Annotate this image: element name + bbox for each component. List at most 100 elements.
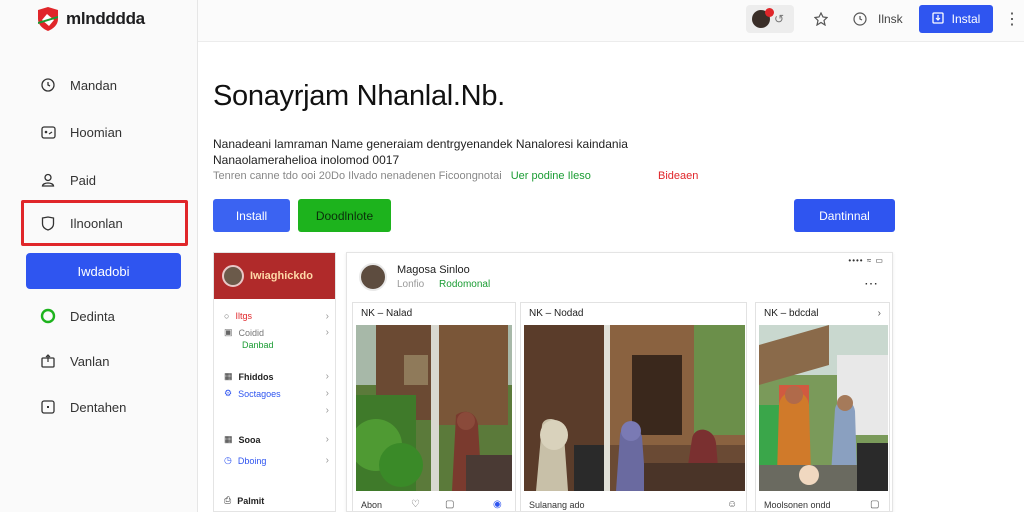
share-icon[interactable]: ▢ [870,499,879,510]
notification-badge [765,8,774,17]
card-footer: Abon [361,500,383,510]
user-icon [40,172,56,188]
post-card[interactable]: NK – Nodad Sulanang ado ☺ [520,302,747,511]
image-icon [40,124,56,140]
phone-row-label: Fhiddos [238,371,274,382]
sidebar-item-paid[interactable]: Paid [24,162,184,198]
green-action-button[interactable]: Doodlnlote [298,199,391,232]
install-button[interactable]: Instal [919,5,993,33]
feed-author-name[interactable]: Magosa Sinloo [397,264,470,276]
feed-sub-text: Lonfio [397,279,425,290]
history-icon[interactable] [851,10,869,28]
description-line-1: Nanadeani lamraman Name generaiam dentrg… [213,137,628,151]
sidebar-item-dentahen[interactable]: Dentahen [24,389,184,425]
phone-row[interactable]: ○ Iltgs [224,311,252,321]
sidebar-item-mandan[interactable]: Mandan [24,67,184,103]
post-photo[interactable] [524,325,745,491]
phone-row[interactable]: ◷ Dboing [224,455,266,466]
description-line-3-red[interactable]: Bideaen [658,170,698,182]
phone-row-label: Iltgs [235,311,252,321]
phone-row[interactable]: ▦ Fhiddos [224,371,274,382]
description-line-3-text: Tenren canne tdo ooi 20Do Ilvado nenaden… [213,170,502,182]
chevron-right-icon: › [325,405,329,416]
right-action-button[interactable]: Dantinnal [794,199,895,232]
phone-preview: Iwiaghickdo ○ Iltgs › ▣ Coidid Danbad › … [213,252,336,512]
feed-sub-green: Rodomonal [439,279,491,290]
logo-text: mlndddda [66,9,145,28]
card-header: NK – Nodad [529,308,584,319]
description-line-2: Nanaolamerahelioa inolomod 0017 [213,153,400,167]
image-icon: ▣ [224,327,233,337]
phone-row[interactable]: ⎙ Palmit [224,495,264,506]
sidebar: mlndddda Mandan Hoomian Paid Ilnoonlan I… [0,0,198,512]
grid-icon: ▦ [224,371,233,381]
sidebar-item-dedinta[interactable]: Dedinta [24,298,184,334]
download-icon [932,11,944,27]
sidebar-item-label: Mandan [70,77,117,93]
clock-icon [40,77,56,93]
heart-icon[interactable]: ♡ [411,499,420,510]
bookmark-icon[interactable] [812,10,830,28]
phone-row[interactable]: Danbad [242,340,274,350]
card-header: NK – Nalad [361,308,413,319]
sidebar-item-label: Paid [70,172,97,188]
phone-row-label: Dboing [237,455,267,466]
description-line-3-green[interactable]: Uer podine Ileso [511,170,591,182]
card-footer: Moolsonen ondd [764,500,831,510]
sidebar-item-label: Dedinta [70,308,115,324]
phone-header: Iwiaghickdo [214,253,335,299]
spinner-icon: ↺ [774,12,785,26]
phone-row-label: Coidid [238,327,265,338]
post-photo[interactable] [759,325,888,491]
grid-icon: ▦ [224,434,233,444]
more-options-icon[interactable]: ⋮ [1004,9,1020,29]
more-options-icon[interactable]: ⋯ [864,275,878,292]
sidebar-item-label: Vanlan [70,353,110,369]
sidebar-item-iwdadobi[interactable]: Iwdadobi [26,253,181,289]
phone-row-label: Danbad [242,340,274,350]
printer-icon: ⎙ [224,495,232,505]
chevron-right-icon: › [325,388,329,399]
install-button-label: Instal [951,12,981,26]
comment-icon[interactable]: ▢ [445,499,454,510]
top-bar: ↺ Ilnsk Instal ⋮ [198,0,1024,42]
post-card[interactable]: NK – Nalad Abon ♡ ▢ ◉ [352,302,516,511]
avatar[interactable] [359,263,387,291]
link-text[interactable]: Ilnsk [878,12,903,26]
status-bar-icons: •••• ≈ ▭ [848,256,884,265]
phone-row-label: Soctagoes [238,388,281,399]
phone-header-title: Iwiaghickdo [250,270,313,282]
avatar [752,8,774,28]
sidebar-item-hoomian[interactable]: Hoomian [24,114,184,150]
emoji-icon[interactable]: ☺ [727,499,737,510]
post-photo[interactable] [356,325,512,491]
card-header: NK – bdcdal [764,308,819,319]
app-logo[interactable]: mlndddda [36,6,145,32]
install-main-button[interactable]: Install [213,199,290,232]
sidebar-item-label: Dentahen [70,399,127,415]
circle-icon [40,308,56,324]
chevron-right-icon: › [325,311,329,322]
clock-icon: ◷ [224,455,232,465]
share-icon: ○ [224,311,230,321]
sidebar-item-ilnoonlan[interactable]: Ilnoonlan [21,200,188,246]
phone-row[interactable]: ▦ Sooa [224,434,261,445]
card-footer: Sulanang ado [529,500,585,510]
phone-row-label: Palmit [237,495,265,506]
phone-row[interactable]: ⚙ Soctagoes [224,388,281,399]
share-icon[interactable]: ◉ [493,499,502,510]
sidebar-item-vanlan[interactable]: Vanlan [24,343,184,379]
sidebar-item-label: Hoomian [70,124,123,140]
phone-row-label: Sooa [238,434,261,445]
chevron-right-icon: › [325,371,329,382]
avatar [222,265,244,287]
phone-row[interactable]: ▣ Coidid [224,327,264,338]
chevron-right-icon[interactable]: › [878,308,881,319]
sidebar-item-label: Iwdadobi [77,263,130,279]
chevron-right-icon: › [325,455,329,466]
shield-icon [40,215,56,231]
feed-preview: Magosa Sinloo Lonfio Rodomonal •••• ≈ ▭ … [346,252,893,512]
chevron-right-icon: › [325,434,329,445]
account-switcher[interactable]: ↺ [746,5,794,33]
post-card[interactable]: NK – bdcdal › Moolsonen ondd ▢ [755,302,890,511]
